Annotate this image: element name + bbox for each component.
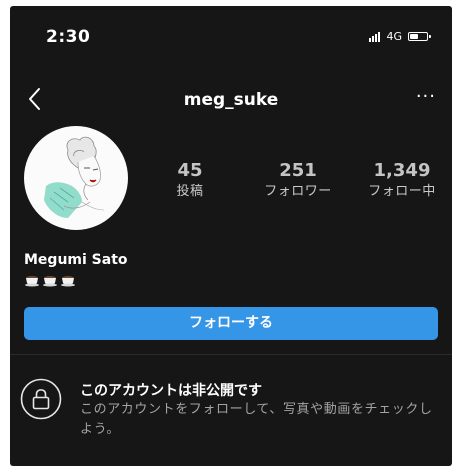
profile-stats: 45 投稿 251 フォロワー 1,349 フォロー中 <box>160 160 450 208</box>
posts-count: 45 <box>177 160 203 181</box>
more-options-icon[interactable]: ··· <box>416 86 436 107</box>
signal-icon <box>369 31 381 42</box>
private-description: このアカウントをフォローして、写真や動画をチェックしよう。 <box>80 402 433 437</box>
status-bar: 2:30 4G <box>10 6 452 72</box>
private-account-notice: このアカウントは非公開です このアカウントをフォローして、写真や動画をチェックし… <box>10 366 452 456</box>
stat-followers[interactable]: 251 フォロワー <box>248 160 348 202</box>
coffee-cup-icon <box>61 276 75 287</box>
follow-button[interactable]: フォローする <box>24 307 438 340</box>
status-time: 2:30 <box>46 27 91 47</box>
network-label: 4G <box>386 30 402 43</box>
private-title: このアカウントは非公開です <box>80 383 262 399</box>
battery-level <box>410 34 418 39</box>
stat-following[interactable]: 1,349 フォロー中 <box>356 160 448 202</box>
bio <box>24 273 76 287</box>
avatar[interactable] <box>24 126 128 230</box>
lock-icon <box>20 378 62 420</box>
following-count: 1,349 <box>373 160 431 181</box>
followers-count: 251 <box>279 160 317 181</box>
profile-screen: 2:30 4G meg_suke ··· 45 投稿 251 フォロワー 1,3… <box>10 6 452 466</box>
section-divider <box>10 354 452 355</box>
posts-label: 投稿 <box>176 184 204 199</box>
avatar-illustration <box>44 136 105 218</box>
following-label: フォロー中 <box>368 184 436 199</box>
coffee-cup-icon <box>25 276 39 287</box>
followers-label: フォロワー <box>264 184 332 199</box>
battery-icon <box>408 32 431 41</box>
coffee-cup-icon <box>43 276 57 287</box>
profile-username: meg_suke <box>183 90 279 110</box>
display-name: Megumi Sato <box>24 252 128 268</box>
profile-header: meg_suke ··· <box>10 80 452 120</box>
stat-posts[interactable]: 45 投稿 <box>160 160 220 202</box>
status-indicators: 4G <box>369 30 431 43</box>
